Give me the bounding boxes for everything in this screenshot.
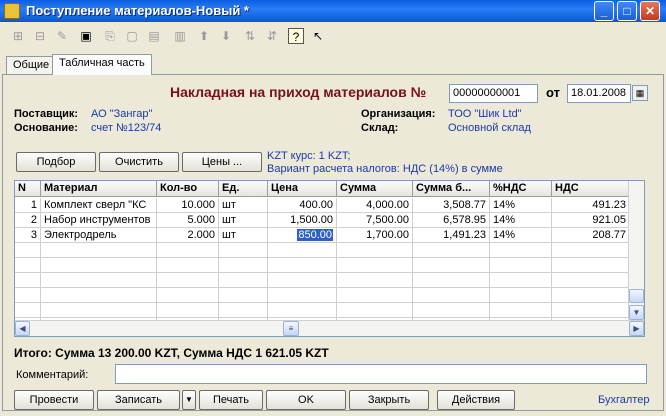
table-row-cell[interactable]: Комплект сверл "КС (41, 198, 157, 213)
window-title: Поступление материалов-Новый * (26, 3, 249, 18)
table-row-cell[interactable]: 7,500.00 (337, 213, 413, 228)
move-up-icon[interactable]: ⬆ (196, 28, 212, 44)
add-copy-icon[interactable]: ⊟ (32, 28, 48, 44)
table-row-cell[interactable]: Набор инструментов (41, 213, 157, 228)
tax-variant: Вариант расчета налогов: НДС (14%) в сум… (267, 163, 503, 175)
table-row-cell[interactable]: 4,000.00 (337, 198, 413, 213)
table-row-cell[interactable]: 921.05 (552, 213, 630, 228)
close-window-button[interactable]: Закрыть (349, 390, 429, 410)
close-button[interactable]: ✕ (640, 1, 660, 21)
scroll-down-icon[interactable]: ▼ (629, 305, 644, 320)
org-label: Организация: (361, 108, 436, 120)
table-row-cell-selected[interactable]: 850.00 (268, 228, 337, 243)
table-row-cell[interactable]: 1,500.00 (268, 213, 337, 228)
org-value[interactable]: ТОО "Шик Ltd" (448, 108, 522, 120)
col-header-vat-rate[interactable]: %НДС (490, 181, 552, 197)
end-edit-icon[interactable]: ⎘ (102, 28, 118, 44)
basis-label: Основание: (14, 122, 78, 134)
comment-field[interactable] (115, 364, 647, 384)
save-dropdown-icon[interactable]: ▼ (182, 390, 196, 410)
col-header-unit[interactable]: Ед. (219, 181, 268, 197)
horizontal-scrollbar[interactable]: ◀ ≡ ▶ (15, 320, 644, 336)
currency-rate: KZT курс: 1 KZT; (267, 150, 351, 162)
table-row-cell[interactable]: шт (219, 198, 268, 213)
col-header-n[interactable]: N (15, 181, 41, 197)
selected-price-value[interactable]: 850.00 (297, 229, 333, 241)
doc-title: Накладная на приход материалов № (170, 84, 427, 100)
vertical-scrollbar[interactable]: ▼ (628, 181, 644, 321)
copy-icon[interactable]: ▢ (124, 28, 140, 44)
table-row-cell[interactable]: 14% (490, 228, 552, 243)
table-row-cell[interactable]: 2 (15, 213, 41, 228)
col-header-sum[interactable]: Сумма (337, 181, 413, 197)
title-bar[interactable]: Поступление материалов-Новый * _ □ ✕ (0, 0, 666, 22)
table-row-cell[interactable]: шт (219, 228, 268, 243)
table-row-cell[interactable]: 2.000 (157, 228, 219, 243)
scroll-left-icon[interactable]: ◀ (15, 321, 30, 336)
col-header-material[interactable]: Материал (41, 181, 157, 197)
prices-button[interactable]: Цены ... (182, 152, 262, 172)
col-header-price[interactable]: Цена (268, 181, 337, 197)
print-button[interactable]: Печать (199, 390, 263, 410)
table-row-cell[interactable]: 208.77 (552, 228, 630, 243)
select-button[interactable]: Подбор (16, 152, 96, 172)
help-icon[interactable]: ? (288, 28, 304, 44)
table-row-cell[interactable]: 14% (490, 198, 552, 213)
table-row-cell[interactable]: 1,491.23 (413, 228, 490, 243)
sort-asc-icon[interactable]: ⇅ (242, 28, 258, 44)
actions-button[interactable]: Действия (437, 390, 515, 410)
tab-table-part[interactable]: Табличная часть (52, 54, 152, 75)
whats-this-icon[interactable]: ↖ (310, 28, 326, 44)
totals-text: Итого: Сумма 13 200.00 KZT, Сумма НДС 1 … (14, 346, 329, 360)
table-row-cell[interactable]: 1 (15, 198, 41, 213)
scroll-thumb[interactable] (629, 289, 644, 303)
basis-value[interactable]: счет №123/74 (91, 122, 161, 134)
edit-row-icon[interactable]: ✎ (54, 28, 70, 44)
warehouse-label: Склад: (361, 122, 399, 134)
window-icon (4, 3, 20, 19)
doc-date-field[interactable]: 18.01.2008 (567, 84, 631, 103)
hscroll-thumb[interactable]: ≡ (283, 321, 299, 336)
move-down-icon[interactable]: ⬇ (218, 28, 234, 44)
table-row-cell[interactable]: 6,578.95 (413, 213, 490, 228)
calendar-icon[interactable]: ▦ (632, 85, 648, 101)
mark-icon[interactable]: ▤ (146, 28, 162, 44)
maximize-button[interactable]: □ (617, 1, 637, 21)
supplier-label: Поставщик: (14, 108, 79, 120)
save-button[interactable]: Записать (97, 390, 180, 410)
minimize-button[interactable]: _ (594, 1, 614, 21)
warehouse-value[interactable]: Основной склад (448, 122, 531, 134)
empty-rows[interactable] (15, 243, 630, 321)
table-row-cell[interactable]: 1,700.00 (337, 228, 413, 243)
toolbar: ⊞ ⊟ ✎ ▣ ⎘ ▢ ▤ ▥ ⬆ ⬇ ⇅ ⇵ ? ↖ (0, 25, 666, 47)
col-header-sum-net[interactable]: Сумма б... (413, 181, 490, 197)
table-row-cell[interactable]: шт (219, 213, 268, 228)
table-row-cell[interactable]: 400.00 (268, 198, 337, 213)
table-row-cell[interactable]: 10.000 (157, 198, 219, 213)
table-row-cell[interactable]: 3,508.77 (413, 198, 490, 213)
tab-general[interactable]: Общие (6, 56, 57, 74)
table-row-cell[interactable]: 5.000 (157, 213, 219, 228)
sort-desc-icon[interactable]: ⇵ (264, 28, 280, 44)
table-row-cell[interactable]: 491.23 (552, 198, 630, 213)
ok-button[interactable]: OK (266, 390, 346, 410)
materials-table[interactable]: N Материал Кол-во Ед. Цена Сумма Сумма б… (14, 180, 645, 337)
delete-row-icon[interactable]: ▣ (78, 28, 94, 44)
table-row-cell[interactable]: 14% (490, 213, 552, 228)
comment-label: Комментарий: (16, 369, 89, 381)
scroll-right-icon[interactable]: ▶ (629, 321, 644, 336)
supplier-value[interactable]: АО "Зангар" (91, 108, 152, 120)
clear-button[interactable]: Очистить (99, 152, 179, 172)
table-row-cell[interactable]: 3 (15, 228, 41, 243)
date-label: от (546, 85, 560, 100)
col-header-vat[interactable]: НДС (552, 181, 630, 197)
unmark-icon[interactable]: ▥ (172, 28, 188, 44)
col-header-qty[interactable]: Кол-во (157, 181, 219, 197)
add-row-icon[interactable]: ⊞ (10, 28, 26, 44)
user-role-link[interactable]: Бухгалтер (598, 394, 649, 406)
table-row-cell[interactable]: Электродрель (41, 228, 157, 243)
doc-number-field[interactable]: 00000000001 (449, 84, 538, 103)
post-button[interactable]: Провести (14, 390, 94, 410)
